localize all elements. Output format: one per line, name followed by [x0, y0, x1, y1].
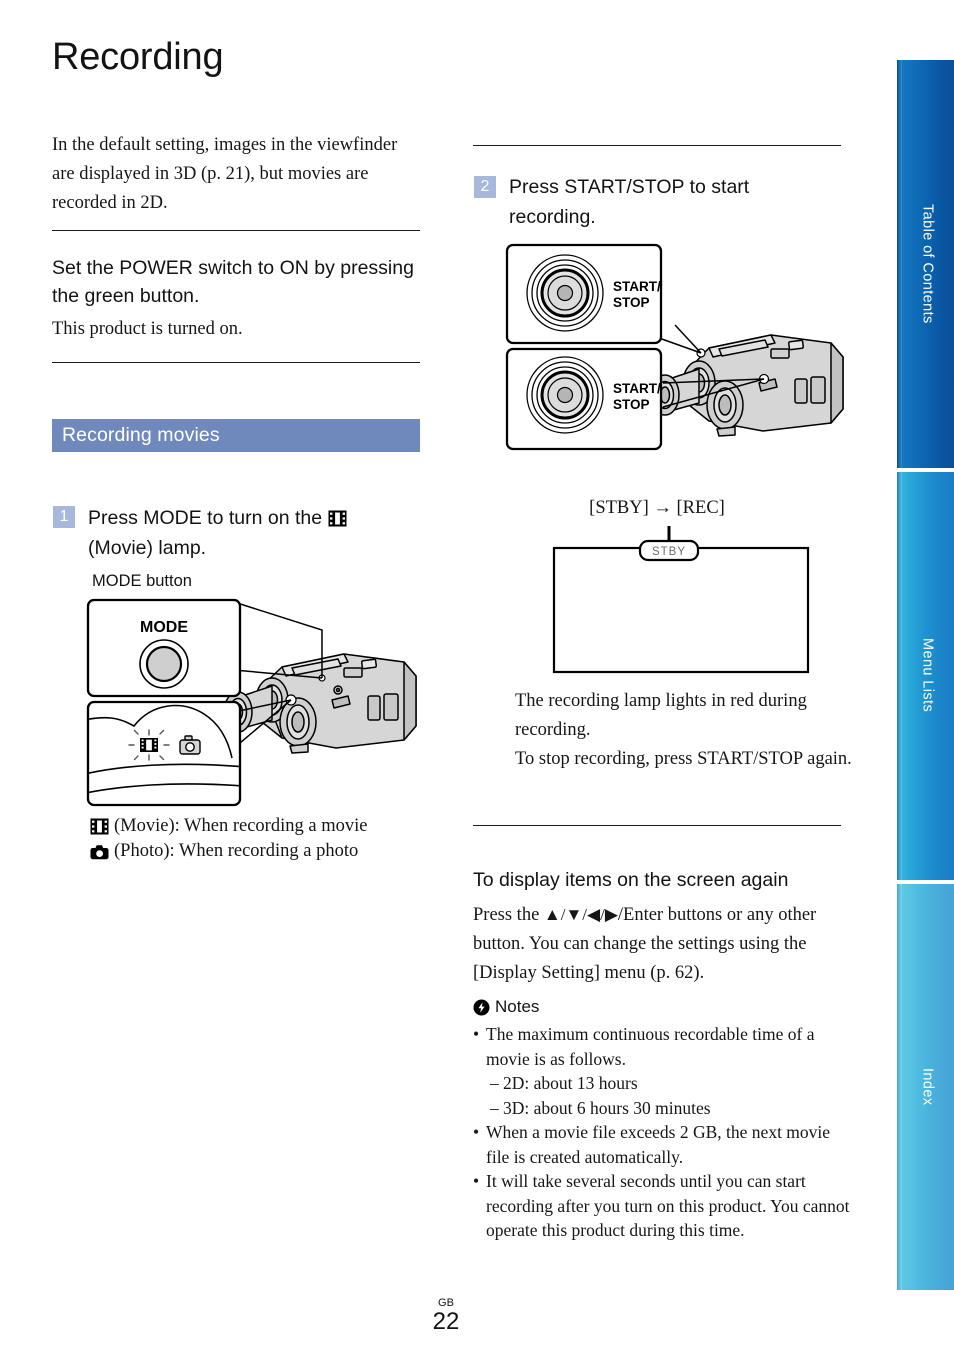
note-item: –3D: about 6 hours 30 minutes: [473, 1096, 851, 1121]
stby-rec-caption: [STBY] → [REC]: [589, 498, 725, 518]
note-text: 2D: about 13 hours: [503, 1073, 638, 1093]
bullet-icon: •: [473, 1122, 480, 1142]
sidebar-tab-label: Index: [919, 1067, 936, 1106]
dash-icon: –: [490, 1073, 499, 1093]
sidebar-tab-label: Menu Lists: [919, 638, 936, 713]
step-1-text-after: (Movie) lamp.: [88, 537, 207, 559]
startstop-top-callout: START/ STOP: [505, 243, 702, 354]
notes-header: Notes: [473, 997, 539, 1017]
manual-page: Table of Contents Menu Lists Index Recor…: [0, 0, 954, 1357]
divider: [52, 362, 420, 364]
startstop-label: STOP: [613, 397, 650, 412]
note-text: It will take several seconds until you c…: [486, 1171, 850, 1240]
bullet-icon: •: [473, 1024, 480, 1044]
mode-legend: (Movie): When recording a movie (Photo):…: [90, 814, 367, 864]
notes-list: • The maximum continuous recordable time …: [473, 1022, 851, 1243]
display-items-body: Press the ▲/▼/◀/▶/Enter buttons or any o…: [473, 900, 848, 988]
power-body: This product is turned on.: [52, 319, 243, 339]
notes-title: Notes: [495, 997, 540, 1016]
step-1-text: Press MODE to turn on the (Movie) lamp.: [88, 503, 388, 563]
startstop-label: START/: [613, 381, 661, 396]
dash-icon: –: [490, 1097, 499, 1118]
camcorder-illustration: [650, 334, 844, 437]
mode-button-caption: MODE button: [92, 572, 192, 590]
note-text: 3D: about 6 hours 30 minutes: [503, 1097, 711, 1118]
power-heading: Set the POWER switch to ON by pressing t…: [52, 257, 414, 307]
movie-film-icon: [328, 510, 347, 527]
step-number-1: 1: [53, 506, 75, 528]
movie-film-icon: [90, 818, 109, 835]
legend-row-movie: (Movie): When recording a movie: [90, 814, 367, 839]
note-text: The maximum continuous recordable time o…: [486, 1024, 815, 1069]
mode-button-diagram: MODE: [86, 598, 417, 807]
note-text: When a movie file exceeds 2 GB, the next…: [486, 1122, 831, 1167]
sidebar-tab-label: Table of Contents: [919, 203, 936, 324]
stby-badge-label: STBY: [652, 546, 686, 558]
bullet-icon: •: [473, 1171, 480, 1191]
page-title: Recording: [52, 36, 224, 78]
divider: [52, 230, 420, 232]
viewfinder-screen: STBY: [552, 526, 810, 674]
note-item: • The maximum continuous recordable time …: [473, 1022, 851, 1071]
note-item: –2D: about 13 hours: [473, 1071, 851, 1096]
display-items-heading: To display items on the screen again: [473, 869, 789, 891]
legend-text-movie: (Movie): When recording a movie: [114, 816, 368, 836]
step-number-2: 2: [474, 176, 496, 198]
recording-lamp-text: The recording lamp lights in red during …: [515, 691, 852, 769]
divider: [473, 145, 841, 147]
legend-row-photo: (Photo): When recording a photo: [90, 839, 367, 864]
sidebar-tab-table-of-contents[interactable]: Table of Contents: [897, 60, 954, 468]
startstop-label: START/: [613, 279, 661, 294]
legend-text-photo: (Photo): When recording a photo: [114, 841, 359, 861]
intro-paragraph: In the default setting, images in the vi…: [52, 135, 398, 213]
display-body-part1: Press the: [473, 905, 544, 925]
mode-label: MODE: [140, 619, 188, 636]
page-footer: GB 22: [0, 1298, 892, 1335]
section-header-recording-movies: Recording movies: [52, 419, 420, 452]
notes-bolt-icon: [473, 999, 490, 1016]
startstop-label: STOP: [613, 295, 650, 310]
photo-camera-icon: [90, 844, 109, 860]
sidebar-tabs: Table of Contents Menu Lists Index: [897, 60, 954, 1290]
start-stop-diagram: START/ STOP START/ STOP: [505, 243, 844, 451]
step-2-text: Press START/STOP to start recording.: [509, 176, 750, 228]
step-1-text-before: Press MODE to turn on the: [88, 507, 328, 529]
section-header-label: Recording movies: [62, 424, 220, 446]
divider: [473, 825, 841, 827]
direction-arrows-icon: ▲/▼/◀/▶: [543, 905, 618, 924]
sidebar-tab-index[interactable]: Index: [897, 884, 954, 1290]
sidebar-tab-menu-lists[interactable]: Menu Lists: [897, 472, 954, 880]
note-item: • When a movie file exceeds 2 GB, the nex…: [473, 1120, 851, 1169]
camcorder-illustration: [223, 653, 417, 754]
note-item: • It will take several seconds until you …: [473, 1169, 851, 1243]
footer-page-number: 22: [432, 1308, 460, 1335]
